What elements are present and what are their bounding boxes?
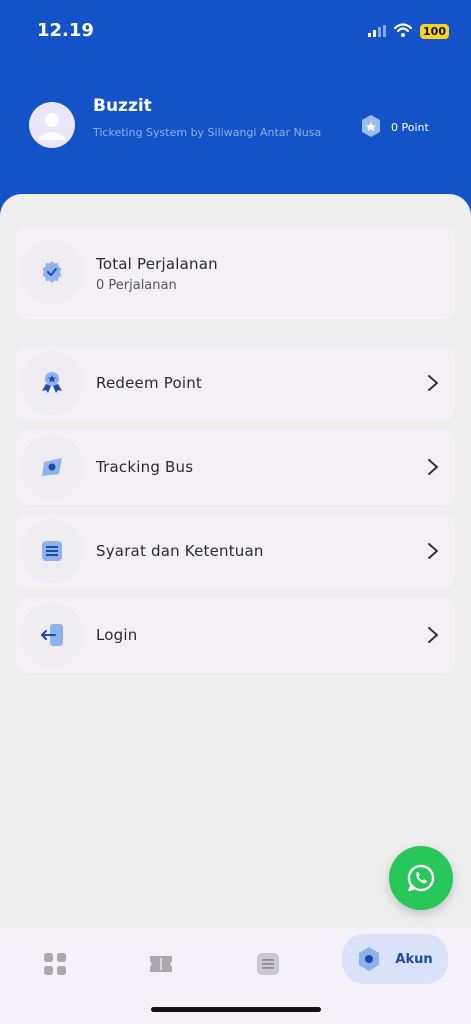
total-trips-card: Total Perjalanan 0 Perjalanan (16, 226, 455, 319)
battery-indicator: 100 (420, 24, 449, 39)
menu-item-terms[interactable]: Syarat dan Ketentuan (16, 514, 455, 589)
compass-icon (20, 435, 84, 499)
nav-tickets[interactable] (144, 942, 178, 986)
nav-account-label: Akun (395, 951, 433, 967)
chevron-right-icon (428, 459, 438, 475)
menu-label-login: Login (96, 626, 138, 644)
point-badge-icon (360, 114, 382, 141)
ticket-icon (150, 956, 172, 972)
list-icon (257, 953, 279, 975)
verified-badge-icon (20, 240, 84, 304)
login-icon (20, 603, 84, 667)
status-icons: 100 (368, 22, 449, 41)
nav-account[interactable]: Akun (342, 934, 448, 984)
user-icon (39, 113, 65, 140)
menu-item-tracking-bus[interactable]: Tracking Bus (16, 430, 455, 505)
menu-label-tracking-bus: Tracking Bus (96, 458, 194, 476)
menu-label-terms: Syarat dan Ketentuan (96, 542, 264, 560)
total-trips-title: Total Perjalanan (96, 255, 218, 273)
nav-home[interactable] (38, 942, 72, 986)
wifi-icon (393, 22, 413, 41)
document-list-icon (20, 519, 84, 583)
home-indicator (151, 1007, 321, 1012)
avatar[interactable] (29, 102, 75, 148)
account-hexagon-icon (359, 947, 380, 971)
app-subtitle: Ticketing System by Siliwangi Antar Nusa (93, 126, 322, 139)
whatsapp-icon (407, 864, 435, 892)
menu-item-redeem-point[interactable]: Redeem Point (16, 346, 455, 421)
status-time: 12.19 (37, 20, 94, 41)
menu-label-redeem-point: Redeem Point (96, 374, 202, 392)
app-name: Buzzit (93, 96, 152, 116)
chevron-right-icon (428, 543, 438, 559)
chevron-right-icon (428, 627, 438, 643)
menu-item-login[interactable]: Login (16, 598, 455, 673)
award-icon (20, 351, 84, 415)
nav-list[interactable] (251, 942, 285, 986)
points-display[interactable]: 0 Point (360, 114, 429, 141)
signal-icon (368, 22, 387, 41)
chevron-right-icon (428, 375, 438, 391)
total-trips-value: 0 Perjalanan (96, 278, 177, 293)
grid-icon (44, 953, 66, 975)
points-label: 0 Point (391, 121, 429, 134)
whatsapp-button[interactable] (389, 846, 453, 910)
